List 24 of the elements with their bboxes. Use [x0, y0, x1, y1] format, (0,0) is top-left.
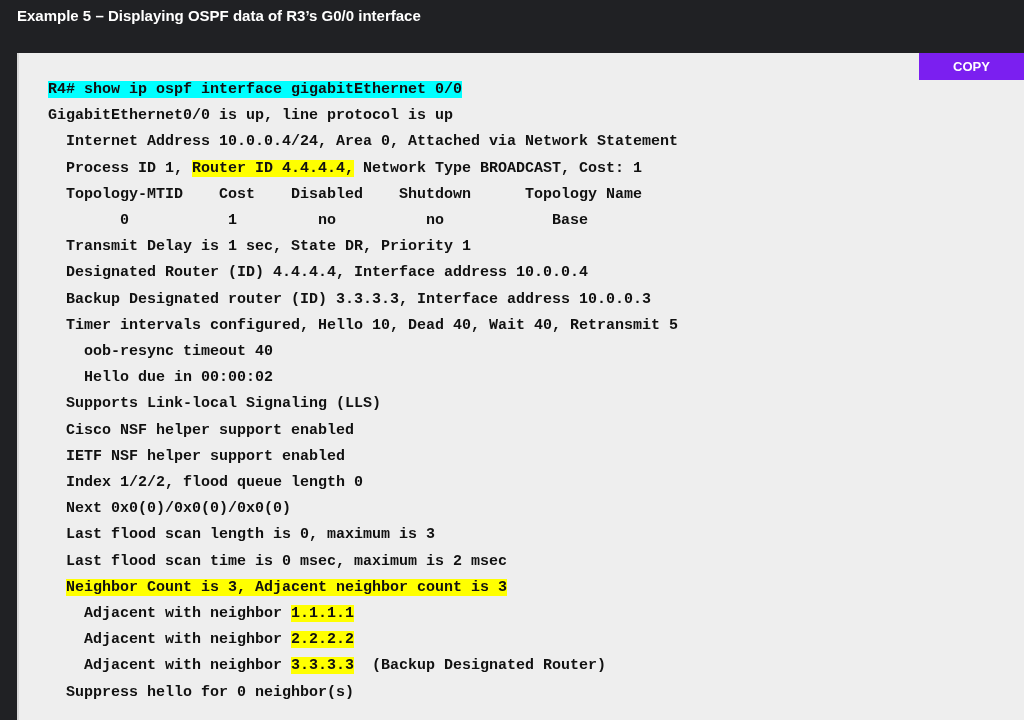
copy-button[interactable]: COPY: [919, 53, 1024, 80]
page-title: Example 5 – Displaying OSPF data of R3’s G0/0 interface: [16, 6, 422, 26]
code-line: Cisco NSF helper support enabled: [65, 420, 355, 441]
code-line: IETF NSF helper support enabled: [65, 446, 346, 467]
code-line: Topology-MTID Cost Disabled Shutdown Topology Name: [65, 184, 643, 205]
code-line: Index 1/2/2, flood queue length 0: [65, 473, 364, 494]
code-line: Designated Router (ID) 4.4.4.4, Interface address 10.0.0.4: [65, 263, 589, 284]
code-line: Suppress hello for 0 neighbor(s): [65, 682, 355, 703]
code-line: Transmit Delay is 1 sec, State DR, Priority 1: [65, 237, 472, 258]
code-line: Process ID 1, Router ID 4.4.4.4, Network Type BROADCAST, Cost: 1: [65, 158, 643, 179]
code-line: oob-resync timeout 40: [83, 342, 274, 363]
code-line: Last flood scan length is 0, maximum is 3: [65, 525, 436, 546]
code-line: Supports Link-local Signaling (LLS): [65, 394, 382, 415]
code-line: Adjacent with neighbor 1.1.1.1: [83, 604, 355, 625]
code-line: Internet Address 10.0.0.4/24, Area 0, Attached via Network Statement: [65, 132, 679, 153]
code-line: Hello due in 00:00:02: [83, 368, 274, 389]
code-line: Adjacent with neighbor 3.3.3.3 (Backup Designated Router): [83, 656, 607, 677]
code-line: Adjacent with neighbor 2.2.2.2: [83, 630, 355, 651]
code-line: 0 1 no no Base: [119, 211, 589, 231]
code-line: Last flood scan time is 0 msec, maximum is 2 msec: [65, 551, 508, 572]
code-line: Timer intervals configured, Hello 10, Dead 40, Wait 40, Retransmit 5: [65, 315, 679, 336]
code-line: GigabitEthernet0/0 is up, line protocol is up: [48, 106, 454, 127]
code-line: Backup Designated router (ID) 3.3.3.3, Interface address 10.0.0.3: [65, 289, 652, 310]
code-line: Next 0x0(0)/0x0(0)/0x0(0): [65, 499, 292, 520]
